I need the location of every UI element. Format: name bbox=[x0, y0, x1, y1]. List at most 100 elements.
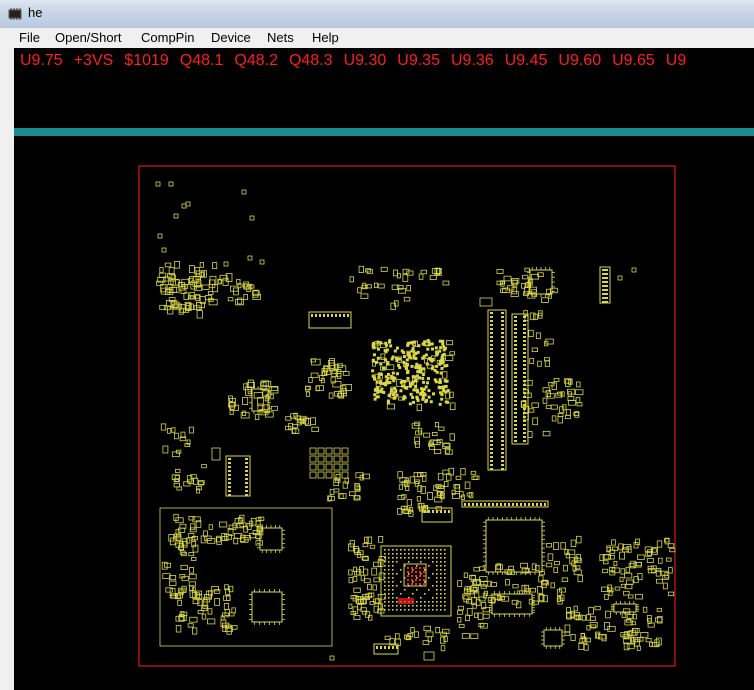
component-pin bbox=[414, 351, 418, 355]
connector-pin bbox=[523, 420, 526, 422]
bga-ball bbox=[388, 589, 390, 591]
component-pad bbox=[378, 536, 384, 543]
connector-pin bbox=[605, 285, 608, 287]
connector-pin bbox=[501, 412, 504, 414]
connector-pin bbox=[315, 314, 317, 317]
net-label[interactable]: U9.65 bbox=[612, 52, 655, 70]
highlight-pin bbox=[423, 579, 425, 581]
bga-ball bbox=[440, 561, 442, 563]
menu-open-short[interactable]: Open/Short bbox=[55, 30, 122, 45]
component-pin bbox=[402, 355, 406, 359]
connector-pin bbox=[501, 316, 504, 318]
connector-pin bbox=[514, 420, 517, 422]
connector-pin bbox=[245, 474, 248, 476]
component-pad bbox=[595, 631, 601, 639]
net-label[interactable]: $1019 bbox=[124, 52, 169, 70]
component-pad bbox=[305, 391, 310, 397]
connector-pin bbox=[523, 360, 526, 362]
connector-pin bbox=[490, 348, 493, 350]
component-pad bbox=[201, 613, 207, 620]
component-pin bbox=[422, 387, 426, 391]
connector-pin bbox=[396, 646, 398, 649]
highlight-pin bbox=[407, 567, 409, 569]
component-pin bbox=[390, 374, 394, 378]
component-pad bbox=[553, 542, 559, 550]
component-pin bbox=[376, 390, 380, 394]
bga-ball bbox=[428, 601, 430, 603]
menu-nets[interactable]: Nets bbox=[267, 30, 294, 45]
connector-pin bbox=[536, 503, 538, 506]
menu-device[interactable]: Device bbox=[211, 30, 251, 45]
component-pad bbox=[352, 576, 358, 582]
component-pad bbox=[201, 284, 210, 290]
component-pad bbox=[470, 470, 477, 475]
menu-file[interactable]: File bbox=[19, 30, 40, 45]
net-label[interactable]: Q48.3 bbox=[289, 52, 333, 70]
net-label[interactable]: U9.60 bbox=[558, 52, 601, 70]
panel-divider[interactable] bbox=[14, 128, 754, 136]
connector-pin bbox=[501, 352, 504, 354]
net-label[interactable]: Q48.2 bbox=[234, 52, 278, 70]
component-pin bbox=[406, 343, 410, 347]
bga-ball bbox=[400, 581, 402, 583]
component-pad bbox=[564, 414, 571, 420]
connector-pin bbox=[501, 424, 504, 426]
connector-pin bbox=[523, 332, 526, 334]
net-label[interactable]: +3VS bbox=[74, 52, 114, 70]
net-list-panel[interactable]: U9.75 +3VS $1019 Q48.1 Q48.2 Q48.3 U9.30 U9.35 U… bbox=[14, 48, 754, 128]
component-pad bbox=[570, 539, 577, 548]
ic-chip bbox=[251, 591, 283, 623]
component-pin bbox=[419, 391, 423, 395]
component-pad bbox=[348, 603, 353, 609]
menu-comppin[interactable]: CompPin bbox=[141, 30, 194, 45]
component-pad bbox=[245, 386, 252, 396]
component-pad bbox=[520, 562, 528, 569]
bga-ball bbox=[420, 553, 422, 555]
component-pad bbox=[640, 632, 649, 638]
connector-pin bbox=[514, 328, 517, 330]
component-pad bbox=[254, 414, 260, 420]
bga-ball bbox=[384, 601, 386, 603]
component-pad bbox=[177, 599, 182, 606]
component-pad bbox=[309, 471, 317, 479]
board-view[interactable] bbox=[14, 136, 754, 690]
net-label[interactable]: U9.36 bbox=[451, 52, 494, 70]
net-label[interactable]: U9.35 bbox=[397, 52, 440, 70]
component-pad bbox=[369, 544, 376, 549]
net-label[interactable]: U9.30 bbox=[344, 52, 387, 70]
net-label[interactable]: U9.45 bbox=[505, 52, 548, 70]
component-pad bbox=[637, 554, 645, 560]
net-label[interactable]: U9 bbox=[666, 52, 686, 70]
component-pin bbox=[395, 372, 399, 376]
component-pad bbox=[348, 491, 356, 497]
bga-ball bbox=[440, 589, 442, 591]
board-canvas[interactable] bbox=[14, 136, 754, 690]
connector-pin bbox=[501, 320, 504, 322]
connector-pin bbox=[501, 420, 504, 422]
connector-pin bbox=[520, 503, 522, 506]
connector-pin bbox=[490, 424, 493, 426]
component-pad bbox=[511, 286, 518, 295]
component-pin bbox=[414, 385, 418, 389]
component-pad bbox=[624, 572, 633, 579]
net-label[interactable]: U9.75 bbox=[20, 52, 63, 70]
component-pin bbox=[438, 362, 442, 366]
bga-ball bbox=[388, 557, 390, 559]
component-pin bbox=[415, 397, 419, 401]
bga-ball bbox=[444, 593, 446, 595]
bga-ball bbox=[432, 557, 434, 559]
component-pad bbox=[553, 560, 560, 566]
component-pin bbox=[397, 357, 401, 361]
component-pad bbox=[512, 583, 519, 589]
component-pad bbox=[524, 267, 530, 272]
net-label[interactable]: Q48.1 bbox=[180, 52, 224, 70]
menu-help[interactable]: Help bbox=[312, 30, 339, 45]
bga-ball bbox=[420, 557, 422, 559]
component-pin bbox=[379, 390, 383, 394]
connector-pin bbox=[605, 277, 608, 279]
connector-pin bbox=[490, 344, 493, 346]
bga-ball bbox=[424, 549, 426, 551]
connector-pin bbox=[514, 416, 517, 418]
connector-pin bbox=[514, 388, 517, 390]
connector-pin bbox=[432, 510, 434, 513]
